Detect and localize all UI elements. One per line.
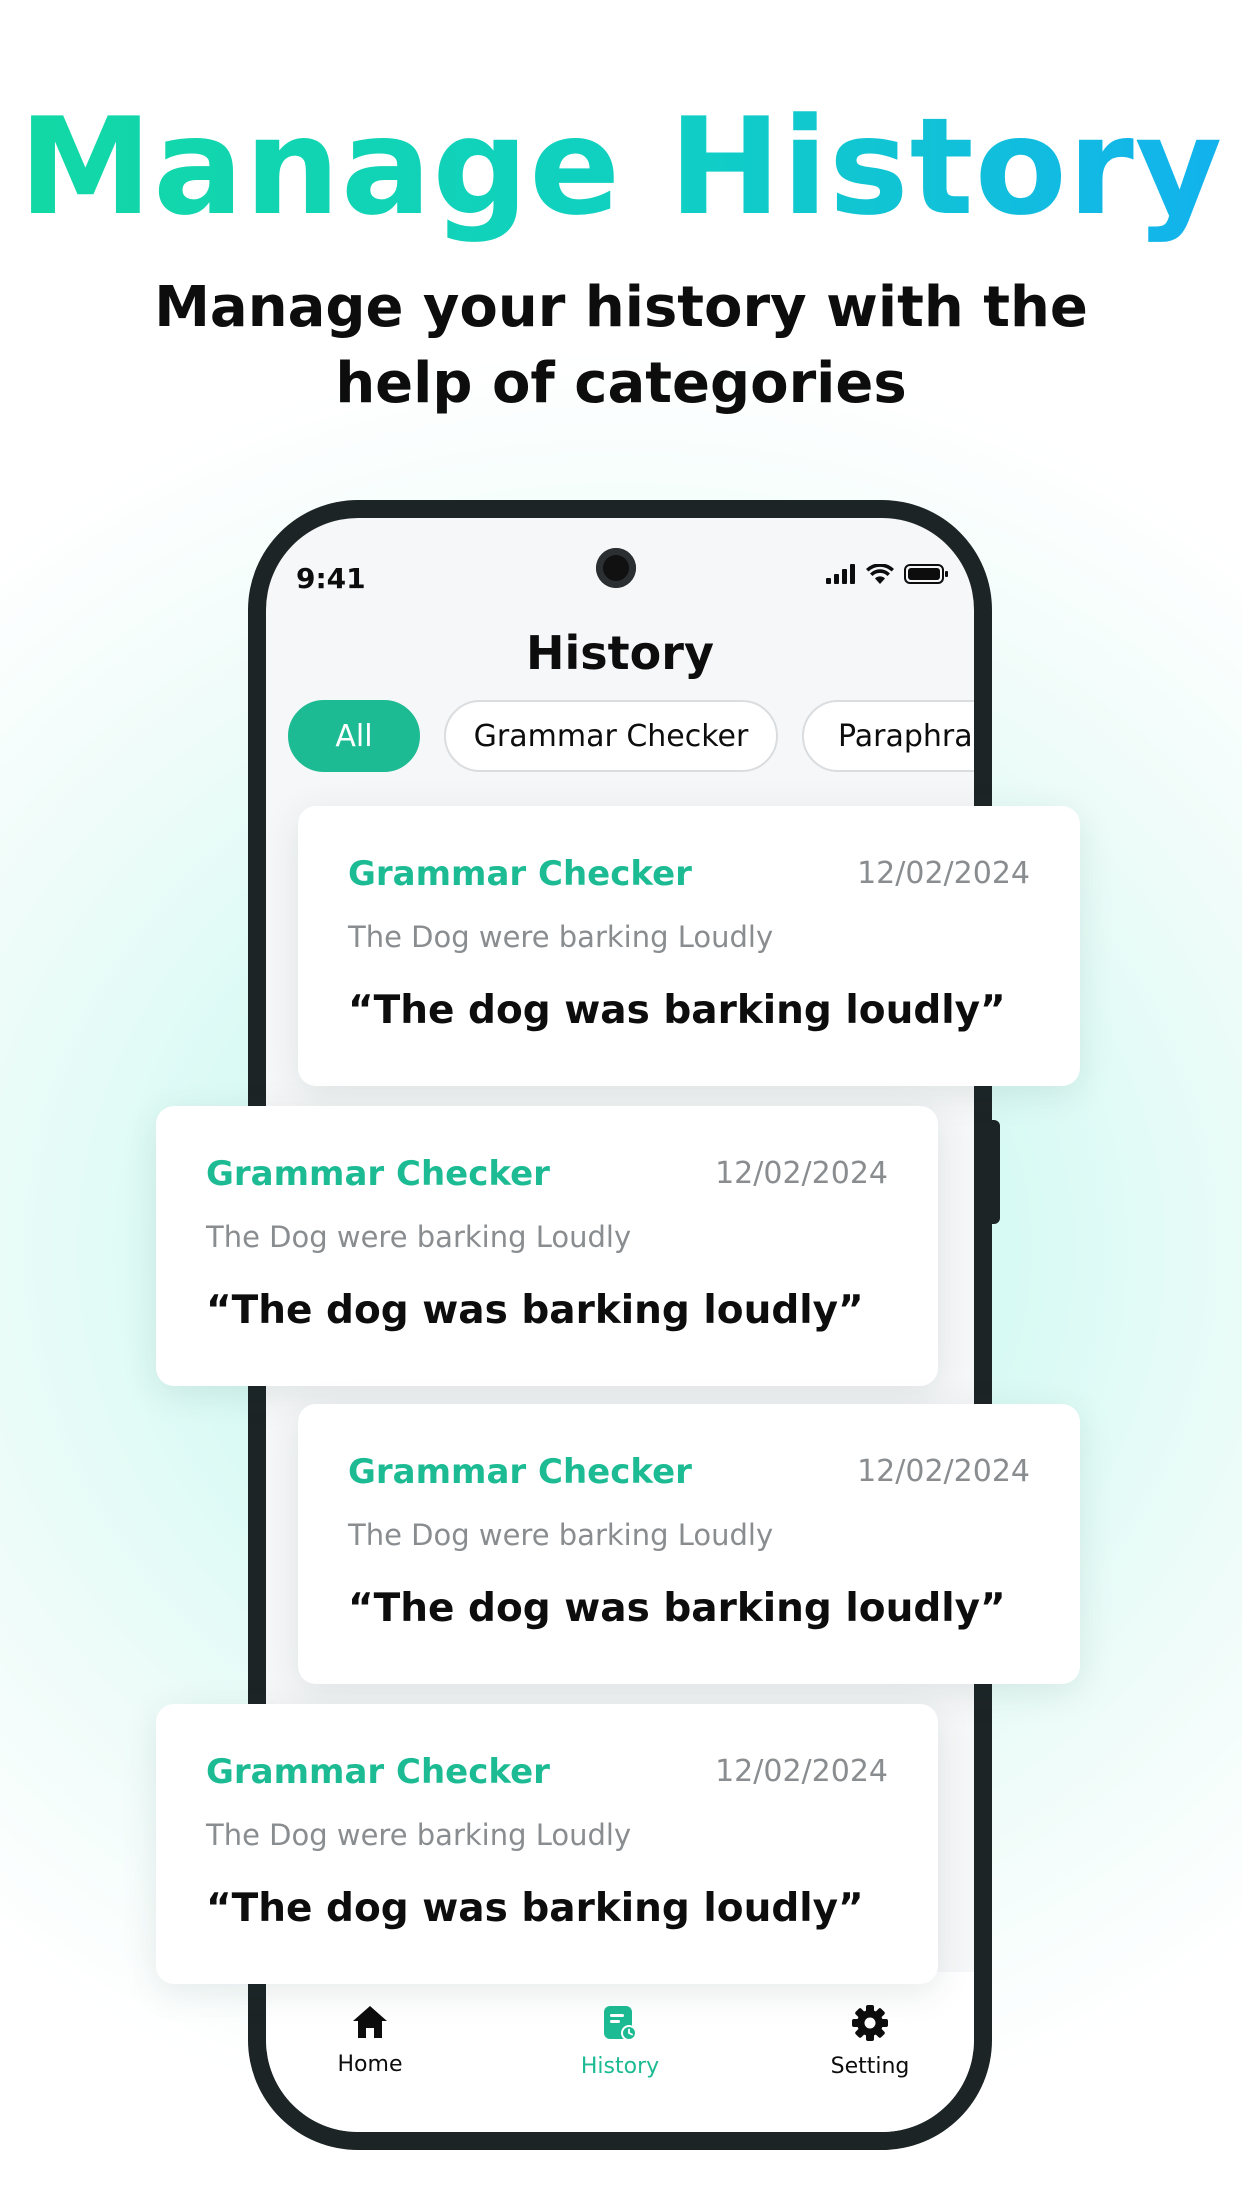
promo-headline-text: Manage History <box>18 89 1224 245</box>
nav-history[interactable]: History <box>540 2004 700 2079</box>
promo-headline: Manage History <box>0 92 1242 242</box>
history-card[interactable]: Grammar Checker 12/02/2024 The Dog were … <box>156 1106 938 1386</box>
bottom-navigation: Home History Setting <box>266 1972 974 2132</box>
category-filter-bar: All Grammar Checker Paraphra <box>288 700 974 772</box>
home-icon <box>353 2006 387 2038</box>
battery-icon <box>904 564 948 584</box>
status-time: 9:41 <box>296 562 366 595</box>
card-original-text: The Dog were barking Loudly <box>348 1518 774 1552</box>
card-original-text: The Dog were barking Loudly <box>206 1818 632 1852</box>
card-category: Grammar Checker <box>348 1452 692 1492</box>
card-original-text: The Dog were barking Loudly <box>206 1220 632 1254</box>
history-card[interactable]: Grammar Checker 12/02/2024 The Dog were … <box>298 806 1080 1086</box>
card-corrected-text: “The dog was barking loudly” <box>348 1586 1006 1631</box>
front-camera <box>596 548 636 588</box>
history-icon <box>604 2006 637 2041</box>
filter-chip-grammar-checker[interactable]: Grammar Checker <box>444 700 778 772</box>
card-date: 12/02/2024 <box>715 1754 888 1789</box>
card-date: 12/02/2024 <box>715 1156 888 1191</box>
status-icons <box>826 564 948 584</box>
card-date: 12/02/2024 <box>857 856 1030 891</box>
card-date: 12/02/2024 <box>857 1454 1030 1489</box>
nav-home[interactable]: Home <box>290 2004 450 2077</box>
card-category: Grammar Checker <box>348 854 692 894</box>
nav-home-label: Home <box>337 2052 403 2077</box>
card-category: Grammar Checker <box>206 1752 550 1792</box>
card-corrected-text: “The dog was barking loudly” <box>206 1288 864 1333</box>
nav-setting[interactable]: Setting <box>790 2004 950 2079</box>
card-corrected-text: “The dog was barking loudly” <box>348 988 1006 1033</box>
signal-icon <box>826 564 855 584</box>
card-corrected-text: “The dog was barking loudly” <box>206 1886 864 1931</box>
filter-chip-paraphraser[interactable]: Paraphra <box>802 700 974 772</box>
nav-history-label: History <box>580 2054 660 2079</box>
history-card[interactable]: Grammar Checker 12/02/2024 The Dog were … <box>298 1404 1080 1684</box>
gear-icon <box>852 2005 888 2041</box>
promo-subheadline: Manage your history with the help of cat… <box>154 275 1088 416</box>
filter-chip-all[interactable]: All <box>288 700 420 772</box>
history-card[interactable]: Grammar Checker 12/02/2024 The Dog were … <box>156 1704 938 1984</box>
card-original-text: The Dog were barking Loudly <box>348 920 774 954</box>
card-category: Grammar Checker <box>206 1154 550 1194</box>
wifi-icon <box>866 564 894 584</box>
nav-setting-label: Setting <box>830 2054 910 2079</box>
screen-title: History <box>526 626 714 680</box>
